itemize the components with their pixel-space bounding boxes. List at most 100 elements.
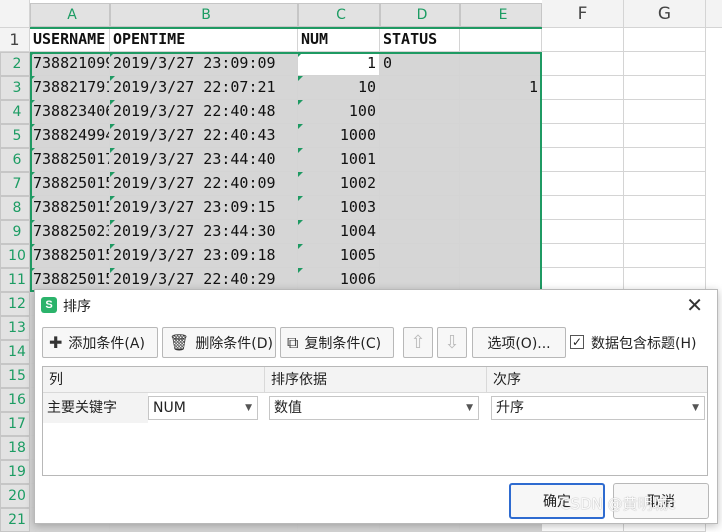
- column-header-g[interactable]: G: [624, 0, 706, 28]
- cell-g10[interactable]: [624, 244, 706, 268]
- row-header-1[interactable]: 1: [0, 28, 30, 52]
- delete-condition-button[interactable]: 🗑 删除条件(D): [162, 327, 276, 358]
- cell-e6[interactable]: [460, 148, 542, 172]
- cell-g7[interactable]: [624, 172, 706, 196]
- row-header-20[interactable]: 20: [0, 484, 30, 508]
- cell-g8[interactable]: [624, 196, 706, 220]
- cell-c3[interactable]: 10: [298, 76, 380, 100]
- row-header-9[interactable]: 9: [0, 220, 30, 244]
- cell-e4[interactable]: [460, 100, 542, 124]
- cell-b4[interactable]: 2019/3/27 22:40:48: [110, 100, 298, 124]
- column-header-b[interactable]: B: [110, 3, 298, 27]
- row-header-13[interactable]: 13: [0, 316, 30, 340]
- cell-d8[interactable]: [380, 196, 460, 220]
- cell-e10[interactable]: [460, 244, 542, 268]
- cell-a9[interactable]: 738825023: [30, 220, 110, 244]
- cell-b9[interactable]: 2019/3/27 23:44:30: [110, 220, 298, 244]
- cell-a6[interactable]: 738825017: [30, 148, 110, 172]
- cell-b6[interactable]: 2019/3/27 23:44:40: [110, 148, 298, 172]
- header-checkbox-label[interactable]: 数据包含标题(H): [591, 333, 696, 353]
- cell-a1[interactable]: USERNAME: [30, 28, 110, 52]
- column-header-e[interactable]: E: [460, 3, 542, 27]
- cell-f9[interactable]: [542, 220, 624, 244]
- row-header-8[interactable]: 8: [0, 196, 30, 220]
- cell-d2[interactable]: 0: [380, 52, 460, 76]
- close-icon[interactable]: ✕: [686, 293, 703, 317]
- cell-f1[interactable]: [542, 28, 624, 52]
- move-down-button[interactable]: ⇩: [437, 327, 467, 358]
- cell-a7[interactable]: 738825015: [30, 172, 110, 196]
- row-header-6[interactable]: 6: [0, 148, 30, 172]
- cell-g4[interactable]: [624, 100, 706, 124]
- sort-on-select[interactable]: 数值 ▼: [269, 396, 479, 420]
- move-up-button[interactable]: ⇧: [403, 327, 433, 358]
- cell-c1[interactable]: NUM: [298, 28, 380, 52]
- cell-g1[interactable]: [624, 28, 706, 52]
- cell-e2[interactable]: [460, 52, 542, 76]
- cell-d3[interactable]: [380, 76, 460, 100]
- cell-a3[interactable]: 738821791: [30, 76, 110, 100]
- row-header-16[interactable]: 16: [0, 388, 30, 412]
- cell-f3[interactable]: [542, 76, 624, 100]
- cell-d5[interactable]: [380, 124, 460, 148]
- column-header-h-partial[interactable]: [706, 0, 722, 28]
- cell-e7[interactable]: [460, 172, 542, 196]
- cell-g9[interactable]: [624, 220, 706, 244]
- column-select[interactable]: NUM ▼: [148, 396, 258, 420]
- order-select[interactable]: 升序 ▼: [491, 396, 705, 420]
- cell-a8[interactable]: 738825015: [30, 196, 110, 220]
- copy-condition-button[interactable]: ⧉ 复制条件(C): [280, 327, 394, 358]
- header-checkbox[interactable]: ✓: [570, 335, 584, 349]
- cell-g3[interactable]: [624, 76, 706, 100]
- cell-b2[interactable]: 2019/3/27 23:09:09: [110, 52, 298, 76]
- cell-f4[interactable]: [542, 100, 624, 124]
- row-header-19[interactable]: 19: [0, 460, 30, 484]
- cell-g6[interactable]: [624, 148, 706, 172]
- cell-f6[interactable]: [542, 148, 624, 172]
- row-header-15[interactable]: 15: [0, 364, 30, 388]
- row-header-5[interactable]: 5: [0, 124, 30, 148]
- cell-a5[interactable]: 738824994: [30, 124, 110, 148]
- column-header-c[interactable]: C: [298, 3, 380, 27]
- column-header-f[interactable]: F: [542, 0, 624, 28]
- row-header-12[interactable]: 12: [0, 292, 30, 316]
- cell-a10[interactable]: 738825015: [30, 244, 110, 268]
- cell-c9[interactable]: 1004: [298, 220, 380, 244]
- cell-d1[interactable]: STATUS: [380, 28, 460, 52]
- cell-f5[interactable]: [542, 124, 624, 148]
- cell-d10[interactable]: [380, 244, 460, 268]
- row-header-7[interactable]: 7: [0, 172, 30, 196]
- cell-e3[interactable]: 1: [460, 76, 542, 100]
- row-header-18[interactable]: 18: [0, 436, 30, 460]
- sort-condition-row[interactable]: 主要关键字 NUM ▼ 数值 ▼ 升序 ▼: [43, 393, 707, 423]
- cell-b10[interactable]: 2019/3/27 23:09:18: [110, 244, 298, 268]
- cell-c10[interactable]: 1005: [298, 244, 380, 268]
- cell-f10[interactable]: [542, 244, 624, 268]
- cell-a4[interactable]: 738823406: [30, 100, 110, 124]
- dialog-titlebar[interactable]: S 排序 ✕: [35, 290, 717, 320]
- cell-b3[interactable]: 2019/3/27 22:07:21: [110, 76, 298, 100]
- cell-a2[interactable]: 738821099: [30, 52, 110, 76]
- cell-c7[interactable]: 1002: [298, 172, 380, 196]
- column-header-d[interactable]: D: [380, 3, 460, 27]
- row-header-21[interactable]: 21: [0, 508, 30, 532]
- select-all-corner[interactable]: [0, 0, 30, 28]
- cell-e8[interactable]: [460, 196, 542, 220]
- cell-c4[interactable]: 100: [298, 100, 380, 124]
- cell-b1[interactable]: OPENTIME: [110, 28, 298, 52]
- add-condition-button[interactable]: ✚ 添加条件(A): [42, 327, 158, 358]
- cell-g5[interactable]: [624, 124, 706, 148]
- column-header-a[interactable]: A: [30, 3, 110, 27]
- cell-d7[interactable]: [380, 172, 460, 196]
- cell-e1[interactable]: [460, 28, 542, 52]
- row-header-10[interactable]: 10: [0, 244, 30, 268]
- cell-c8[interactable]: 1003: [298, 196, 380, 220]
- row-header-11[interactable]: 11: [0, 268, 30, 292]
- cell-d6[interactable]: [380, 148, 460, 172]
- row-header-4[interactable]: 4: [0, 100, 30, 124]
- cell-e9[interactable]: [460, 220, 542, 244]
- cell-c5[interactable]: 1000: [298, 124, 380, 148]
- cell-b5[interactable]: 2019/3/27 22:40:43: [110, 124, 298, 148]
- cell-b7[interactable]: 2019/3/27 22:40:09: [110, 172, 298, 196]
- cell-e5[interactable]: [460, 124, 542, 148]
